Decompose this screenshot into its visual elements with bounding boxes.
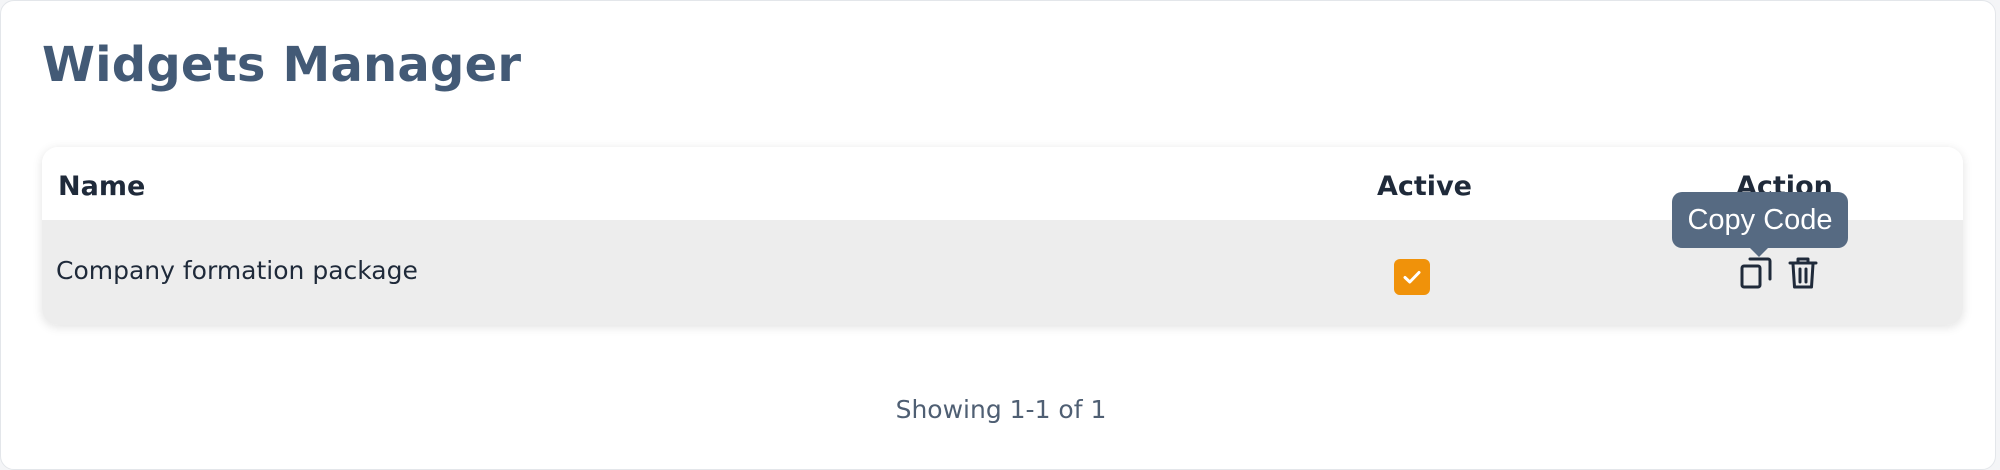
column-header-name: Name (58, 171, 146, 202)
widget-name-cell: Company formation package (56, 256, 418, 285)
check-icon (1403, 271, 1421, 284)
trash-icon (1788, 257, 1818, 289)
copy-code-button[interactable] (1737, 254, 1775, 292)
copy-code-tooltip: Copy Code (1672, 192, 1848, 248)
tooltip-arrow (1749, 247, 1769, 257)
active-checkbox[interactable] (1394, 259, 1430, 295)
page-title: Widgets Manager (42, 37, 522, 93)
copy-icon (1740, 257, 1772, 289)
pagination-summary: Showing 1-1 of 1 (895, 395, 1107, 424)
widgets-manager-card: Widgets Manager Name Active Action Compa… (0, 0, 1996, 470)
column-header-active: Active (1377, 171, 1472, 202)
delete-widget-button[interactable] (1784, 254, 1822, 292)
